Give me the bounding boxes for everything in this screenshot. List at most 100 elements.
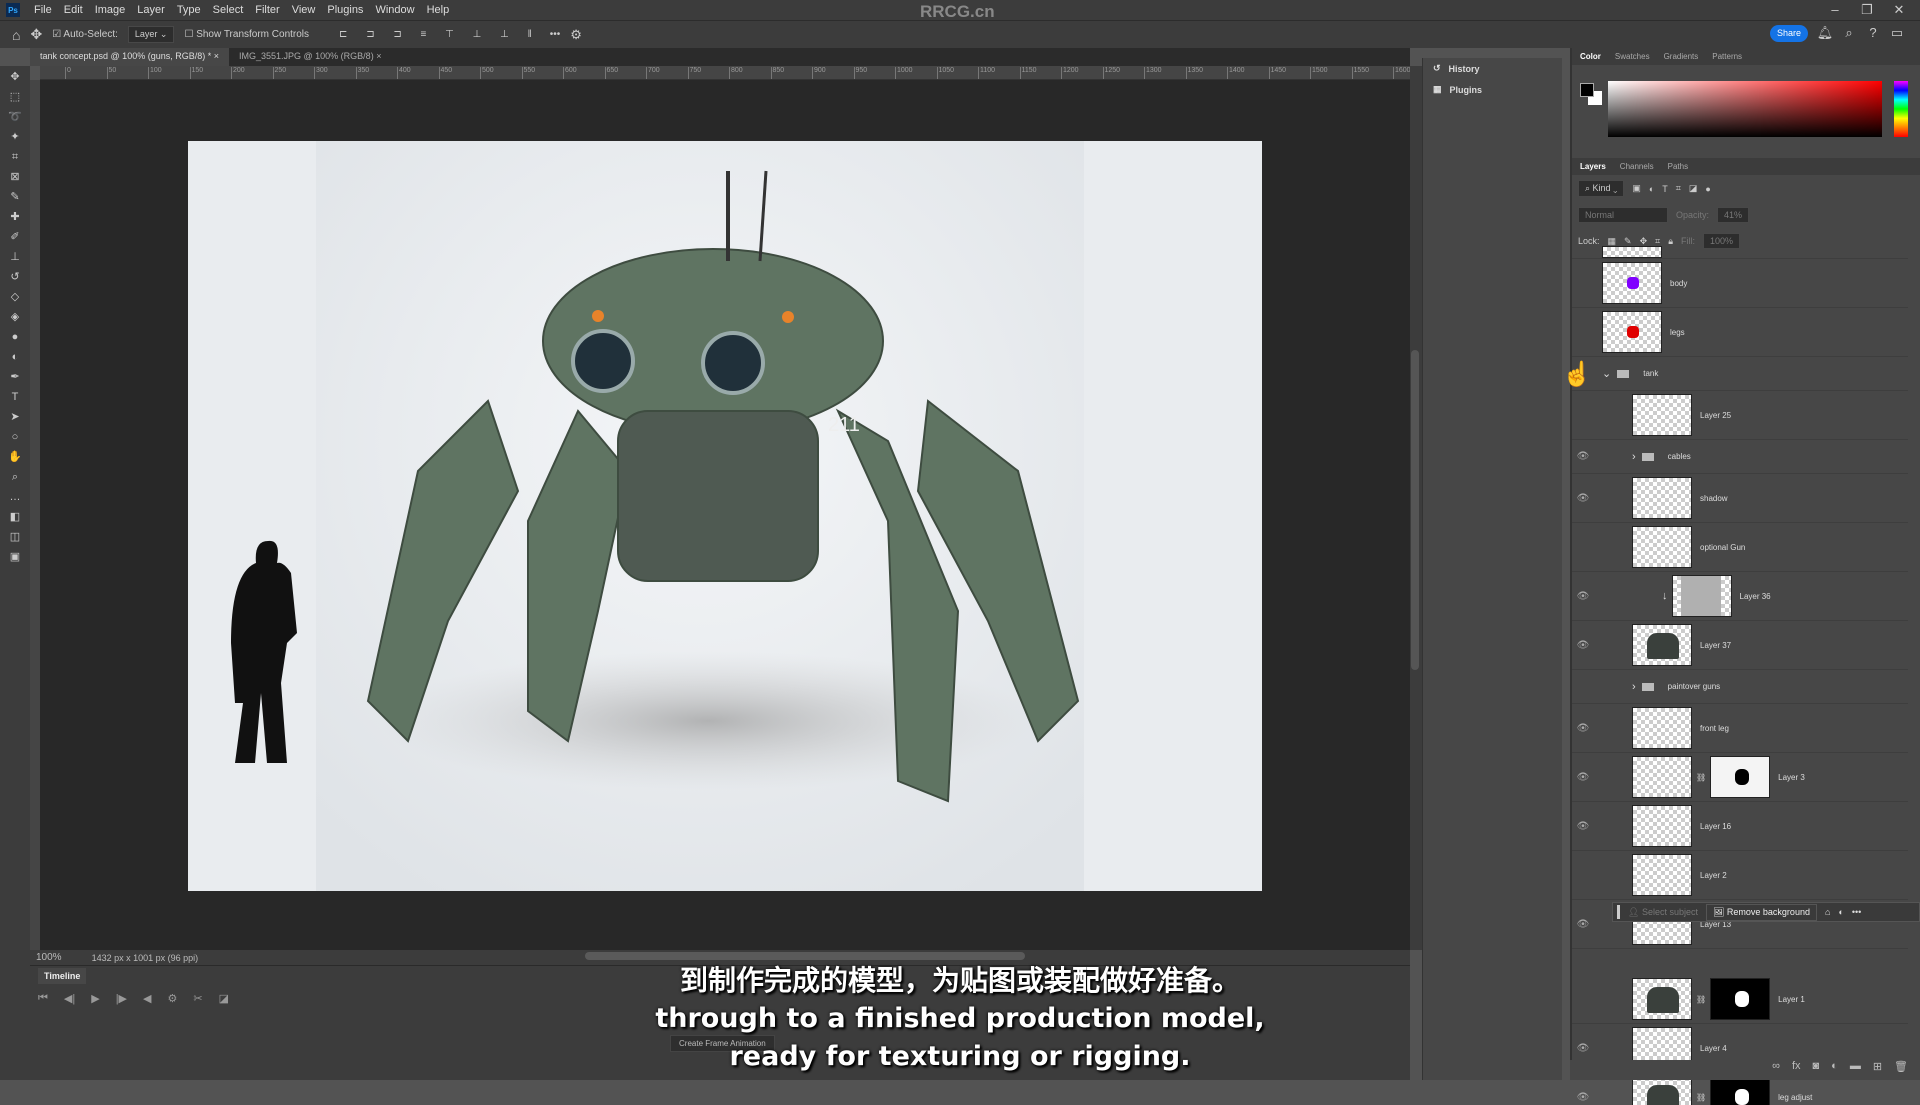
search-icon[interactable]: ⌕ (1840, 25, 1858, 43)
vertical-scroll-thumb[interactable] (1411, 350, 1419, 670)
menu-help[interactable]: Help (421, 4, 456, 16)
layer-row[interactable]: 👁︎ ⛓ Layer 3 (1572, 753, 1908, 802)
mask-link-icon[interactable]: ⛓ (1696, 773, 1706, 782)
visibility-eye-icon[interactable]: 👁︎ (1572, 591, 1594, 602)
paint-bucket-icon[interactable]: ◈ (7, 310, 23, 325)
visibility-eye-icon[interactable]: 👁︎ (1572, 640, 1594, 651)
visibility-eye-icon[interactable]: 👁︎ (1572, 772, 1594, 783)
layer-row[interactable]: Layer 2 (1572, 851, 1908, 900)
menu-window[interactable]: Window (369, 4, 420, 16)
more-tools-icon[interactable]: … (7, 490, 23, 505)
document-info[interactable]: 1432 px x 1001 px (96 ppi) (92, 953, 199, 963)
menu-select[interactable]: Select (207, 4, 250, 16)
tab-paths[interactable]: Paths (1668, 162, 1688, 171)
layer-row[interactable]: 👁︎ Layer 16 (1572, 802, 1908, 851)
more-options-icon[interactable]: ••• (1852, 907, 1861, 917)
layer-filter-dropdown[interactable]: ⌕ Kind ⌄ (1578, 180, 1625, 197)
gear-icon[interactable]: ⚙ (570, 27, 582, 43)
visibility-eye-icon[interactable]: 👁︎ (1572, 451, 1594, 462)
blur-tool-icon[interactable]: ● (7, 330, 23, 345)
magic-wand-icon[interactable]: ✦ (7, 130, 23, 145)
history-panel-button[interactable]: ↺ History (1423, 58, 1562, 79)
group-toggle-icon[interactable]: ⌄ (1602, 367, 1611, 380)
eraser-icon[interactable]: ◇ (7, 290, 23, 305)
brush-tool-icon[interactable]: ✐ (7, 230, 23, 245)
filter-type-icon[interactable]: T (1662, 184, 1668, 194)
layer-row[interactable] (1572, 245, 1908, 259)
color-picker-field[interactable] (1608, 81, 1882, 137)
eyedropper-icon[interactable]: ✎ (7, 190, 23, 205)
visibility-eye-icon[interactable]: 👁︎ (1572, 919, 1594, 930)
move-tool-icon[interactable]: ✥ (7, 70, 23, 85)
remove-background-button[interactable]: 🖼︎ Remove background (1705, 903, 1817, 921)
pen-tool-icon[interactable]: ✒ (7, 370, 23, 385)
auto-select-target-dropdown[interactable]: Layer ⌄ (127, 26, 175, 43)
menu-view[interactable]: View (286, 4, 322, 16)
layer-row[interactable]: optional Gun (1572, 523, 1908, 572)
tab-gradients[interactable]: Gradients (1664, 52, 1699, 61)
type-tool-icon[interactable]: T (7, 390, 23, 405)
workspace-icon[interactable]: ▭ (1888, 25, 1906, 43)
menu-type[interactable]: Type (171, 4, 207, 16)
layer-row[interactable]: body (1572, 259, 1908, 308)
screen-mode-icon[interactable]: ▣ (7, 550, 23, 565)
menu-file[interactable]: File (28, 4, 58, 16)
healing-brush-icon[interactable]: ✚ (7, 210, 23, 225)
minimize-icon[interactable]: – (1820, 0, 1850, 20)
layer-row[interactable]: 👁︎ front leg (1572, 704, 1908, 753)
tab-color[interactable]: Color (1580, 52, 1601, 61)
visibility-eye-icon[interactable]: 👁︎ (1572, 493, 1594, 504)
layer-row[interactable]: 👁︎ shadow (1572, 474, 1908, 523)
history-brush-icon[interactable]: ↺ (7, 270, 23, 285)
adjustment-icon[interactable]: ◐ (1838, 907, 1843, 917)
layer-row[interactable]: 👁︎ ↓ Layer 36 (1572, 572, 1908, 621)
hue-slider[interactable] (1894, 81, 1908, 137)
shape-tool-icon[interactable]: ○ (7, 430, 23, 445)
filter-smart-object-icon[interactable]: ◪ (1689, 183, 1698, 194)
visibility-eye-icon[interactable]: 👁︎ (1572, 1092, 1594, 1103)
tab-channels[interactable]: Channels (1620, 162, 1654, 171)
layer-row[interactable]: › paintover guns (1572, 670, 1908, 704)
group-toggle-icon[interactable]: › (1632, 451, 1636, 463)
mask-link-icon[interactable]: ⛓ (1696, 1093, 1706, 1102)
tab-tank-concept[interactable]: tank concept.psd @ 100% (guns, RGB/8) * … (30, 48, 229, 66)
document-canvas[interactable]: 211 (188, 141, 1262, 891)
menu-image[interactable]: Image (89, 4, 132, 16)
tab-patterns[interactable]: Patterns (1712, 52, 1742, 61)
path-select-icon[interactable]: ➤ (7, 410, 23, 425)
bell-icon[interactable]: 🔔︎ (1816, 25, 1834, 43)
share-button[interactable]: Share (1770, 25, 1808, 42)
move-tool-icon[interactable]: ✥ (30, 26, 42, 43)
color-swatches-icon[interactable]: ◧ (7, 510, 23, 525)
select-subject-button[interactable]: 👤︎ Select subject (1628, 907, 1698, 918)
filter-pixel-icon[interactable]: ▣ (1632, 183, 1641, 194)
more-icon[interactable]: ••• (550, 29, 561, 40)
home-icon[interactable]: ⌂ (12, 27, 20, 43)
tab-layers[interactable]: Layers (1580, 162, 1606, 171)
stamp-tool-icon[interactable]: ⊥ (7, 250, 23, 265)
group-toggle-icon[interactable]: › (1632, 681, 1636, 693)
frame-tool-icon[interactable]: ⊠ (7, 170, 23, 185)
filter-shape-icon[interactable]: ⌗ (1676, 183, 1681, 194)
visibility-eye-icon[interactable]: 👁︎ (1572, 821, 1594, 832)
menu-edit[interactable]: Edit (58, 4, 89, 16)
tab-img-3551[interactable]: IMG_3551.JPG @ 100% (RGB/8) × (229, 48, 391, 66)
close-icon[interactable]: ✕ (1884, 0, 1914, 20)
align-icons[interactable]: ⊏ ⊐ ⊐ ≡ ⊤ ⊥ ⊥ ‖ (339, 29, 540, 40)
auto-select-checkbox[interactable]: ☑ Auto-Select: (52, 29, 118, 40)
crop-tool-icon[interactable]: ⌗ (7, 150, 23, 165)
lasso-tool-icon[interactable]: ➰ (7, 110, 23, 125)
plugins-panel-button[interactable]: ▦ Plugins (1423, 79, 1562, 100)
opacity-input[interactable]: 41% (1717, 207, 1750, 223)
drag-handle[interactable] (1617, 905, 1620, 919)
layer-mask-thumbnail[interactable] (1710, 756, 1771, 798)
layer-row[interactable]: ⌄ tank (1572, 357, 1908, 391)
menu-plugins[interactable]: Plugins (321, 4, 369, 16)
tab-swatches[interactable]: Swatches (1615, 52, 1650, 61)
hand-tool-icon[interactable]: ✋ (7, 450, 23, 465)
zoom-tool-icon[interactable]: ⌕ (7, 470, 23, 485)
blend-mode-dropdown[interactable]: Normal (1578, 207, 1668, 223)
show-transform-checkbox[interactable]: ☐ Show Transform Controls (184, 29, 309, 40)
filter-toggle[interactable]: ● (1705, 184, 1710, 194)
transform-icon[interactable]: ⌂ (1825, 907, 1830, 917)
